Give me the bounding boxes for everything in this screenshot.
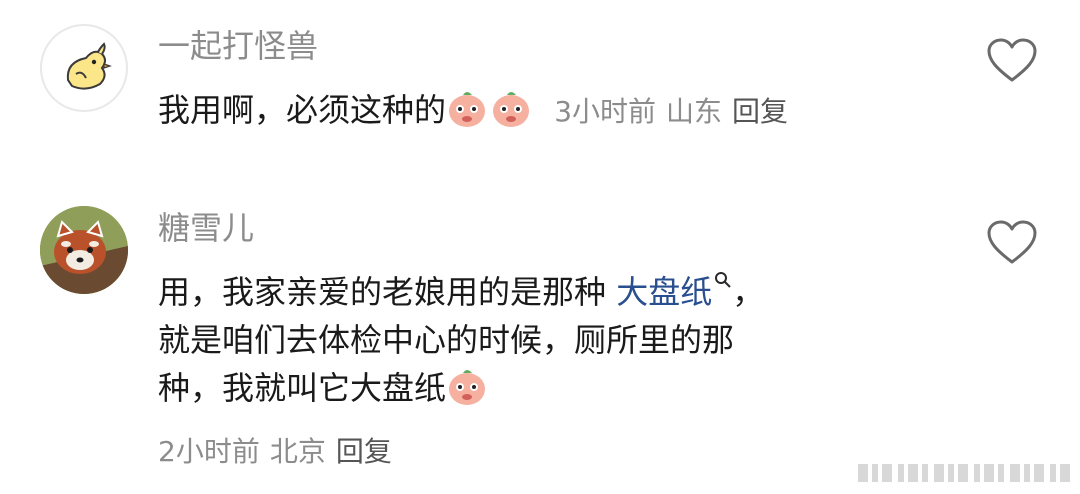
comment-meta: 2小时前 北京 回复 — [158, 432, 402, 472]
comment-body: 用，我家亲爱的老娘用的是那种 大盘纸 ， 就是咱们去体检中心的时候，厕所里的那 种… — [158, 268, 918, 412]
comment-text: 用，我家亲爱的老娘用的是那种 — [158, 273, 607, 311]
chick-avatar-icon — [66, 42, 112, 90]
comment-text: 种，我就叫它大盘纸 — [158, 369, 447, 407]
reply-button[interactable]: 回复 — [732, 95, 788, 128]
reply-button[interactable]: 回复 — [336, 435, 392, 468]
user-avatar[interactable] — [40, 24, 128, 112]
search-link-text[interactable]: 大盘纸 — [616, 273, 712, 311]
location: 山东 — [666, 95, 723, 128]
comment-text: 我用啊，必须这种的 — [158, 91, 447, 129]
user-avatar[interactable] — [40, 206, 128, 294]
timestamp: 2小时前 — [158, 435, 260, 468]
peach-face-emoji-icon — [493, 92, 530, 127]
magnifier-icon — [715, 272, 731, 288]
timestamp: 3小时前 — [554, 95, 657, 128]
peach-face-emoji-icon — [449, 92, 486, 127]
peach-face-emoji-icon — [449, 370, 486, 405]
comment-body: 我用啊，必须这种的 3小时前 山东 回复 — [158, 86, 918, 134]
username[interactable]: 一起打怪兽 — [158, 26, 318, 66]
heart-icon[interactable] — [986, 220, 1038, 266]
comment-text: 就是咱们去体检中心的时候，厕所里的那 — [158, 321, 735, 359]
comment-meta: 3小时前 山东 回复 — [554, 95, 798, 128]
search-link[interactable]: 大盘纸 — [616, 272, 732, 311]
comment-text: ， — [732, 273, 765, 311]
username[interactable]: 糖雪儿 — [158, 208, 254, 248]
red-panda-avatar-icon — [40, 206, 128, 294]
location: 北京 — [269, 435, 326, 468]
watermark-icon — [858, 464, 1070, 482]
heart-icon[interactable] — [986, 38, 1038, 84]
